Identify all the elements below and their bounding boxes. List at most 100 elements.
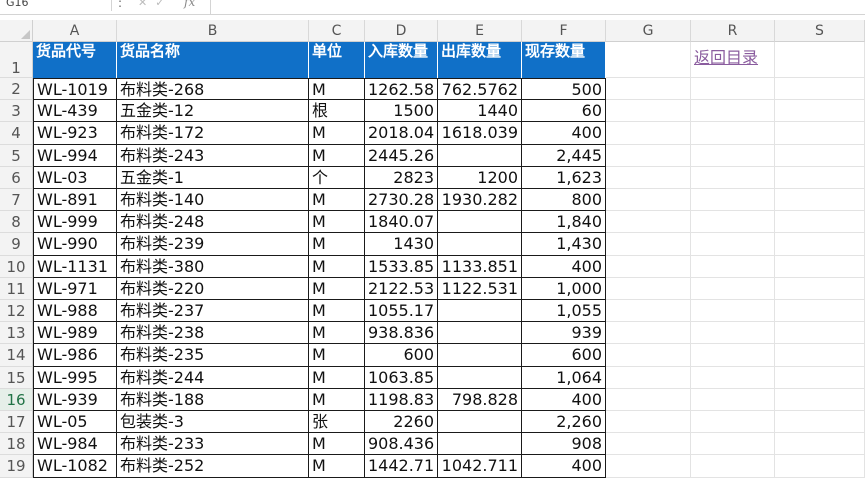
cell-e14[interactable] [438, 344, 522, 367]
cell-f15[interactable]: 1,064 [522, 366, 606, 389]
header-cell-d[interactable]: 入库数量 [365, 42, 438, 78]
cell-a11[interactable]: WL-971 [33, 277, 117, 300]
row-header-2[interactable]: 2 [0, 78, 33, 101]
name-box[interactable]: G16 [0, 0, 112, 11]
column-header-a[interactable]: A [33, 20, 117, 42]
empty-cell[interactable] [606, 144, 691, 167]
empty-cell[interactable] [606, 233, 691, 256]
row-header-11[interactable]: 11 [0, 277, 33, 300]
empty-cell[interactable] [691, 233, 775, 256]
cell-a4[interactable]: WL-923 [33, 122, 117, 145]
cell-d7[interactable]: 2730.28 [365, 189, 438, 212]
cell-e7[interactable]: 1930.282 [438, 189, 522, 212]
row-header-3[interactable]: 3 [0, 100, 33, 123]
cell-a13[interactable]: WL-989 [33, 322, 117, 345]
cell-c18[interactable]: M [309, 433, 365, 456]
cell-d6[interactable]: 2823 [365, 166, 438, 189]
row-header-1[interactable]: 1 [0, 42, 33, 78]
row-header-8[interactable]: 8 [0, 211, 33, 234]
cell-b5[interactable]: 布料类-243 [117, 144, 309, 167]
cell-d19[interactable]: 1442.71 [365, 455, 438, 478]
cell-b6[interactable]: 五金类-1 [117, 166, 309, 189]
cell-f16[interactable]: 400 [522, 388, 606, 411]
header-cell-c[interactable]: 单位 [309, 42, 365, 78]
header-cell-f[interactable]: 现存数量 [522, 42, 606, 78]
empty-cell[interactable] [691, 189, 775, 212]
empty-cell[interactable] [775, 455, 865, 478]
cell-c16[interactable]: M [309, 388, 365, 411]
cell-c13[interactable]: M [309, 322, 365, 345]
cell-d14[interactable]: 600 [365, 344, 438, 367]
empty-cell[interactable] [775, 433, 865, 456]
empty-cell[interactable] [606, 344, 691, 367]
cell-b17[interactable]: 包装类-3 [117, 411, 309, 434]
row-header-15[interactable]: 15 [0, 366, 33, 389]
header-cell-e[interactable]: 出库数量 [438, 42, 522, 78]
cell-a2[interactable]: WL-1019 [33, 78, 117, 101]
empty-cell[interactable] [691, 211, 775, 234]
cell-c3[interactable]: 根 [309, 100, 365, 123]
cell-f17[interactable]: 2,260 [522, 411, 606, 434]
row-header-4[interactable]: 4 [0, 122, 33, 145]
row-header-12[interactable]: 12 [0, 300, 33, 323]
row-header-16[interactable]: 16 [0, 388, 33, 411]
empty-cell[interactable] [775, 166, 865, 189]
cell-a18[interactable]: WL-984 [33, 433, 117, 456]
empty-cell[interactable] [606, 255, 691, 278]
empty-cell[interactable] [691, 366, 775, 389]
cell-c2[interactable]: M [309, 78, 365, 101]
cell-e19[interactable]: 1042.711 [438, 455, 522, 478]
empty-cell[interactable] [775, 344, 865, 367]
cell-e6[interactable]: 1200 [438, 166, 522, 189]
row-header-17[interactable]: 17 [0, 411, 33, 434]
column-header-c[interactable]: C [309, 20, 365, 42]
cell-e15[interactable] [438, 366, 522, 389]
cell-c6[interactable]: 个 [309, 166, 365, 189]
cell-b10[interactable]: 布料类-380 [117, 255, 309, 278]
cell-c11[interactable]: M [309, 277, 365, 300]
fx-icon[interactable]: fx [184, 0, 195, 9]
cell-f10[interactable]: 400 [522, 255, 606, 278]
select-all-corner[interactable] [0, 20, 33, 42]
cell-c17[interactable]: 张 [309, 411, 365, 434]
cell-f6[interactable]: 1,623 [522, 166, 606, 189]
cell-f7[interactable]: 800 [522, 189, 606, 212]
empty-cell[interactable] [606, 78, 691, 101]
empty-cell[interactable] [691, 455, 775, 478]
cell-a5[interactable]: WL-994 [33, 144, 117, 167]
cell-e5[interactable] [438, 144, 522, 167]
empty-cell[interactable] [691, 122, 775, 145]
row-header-9[interactable]: 9 [0, 233, 33, 256]
row-header-7[interactable]: 7 [0, 189, 33, 212]
cell-d12[interactable]: 1055.17 [365, 300, 438, 323]
cell-a7[interactable]: WL-891 [33, 189, 117, 212]
empty-cell[interactable] [606, 166, 691, 189]
empty-cell[interactable] [775, 255, 865, 278]
empty-cell[interactable] [606, 189, 691, 212]
empty-cell[interactable] [606, 100, 691, 123]
cell-c19[interactable]: M [309, 455, 365, 478]
cell-e12[interactable] [438, 300, 522, 323]
cell-b18[interactable]: 布料类-233 [117, 433, 309, 456]
cell-f12[interactable]: 1,055 [522, 300, 606, 323]
empty-cell[interactable] [606, 411, 691, 434]
empty-cell[interactable] [775, 277, 865, 300]
cell-b16[interactable]: 布料类-188 [117, 388, 309, 411]
cell-d11[interactable]: 2122.53 [365, 277, 438, 300]
cell-c12[interactable]: M [309, 300, 365, 323]
empty-cell[interactable] [691, 277, 775, 300]
cell-c7[interactable]: M [309, 189, 365, 212]
empty-cell[interactable] [606, 122, 691, 145]
cell-f9[interactable]: 1,430 [522, 233, 606, 256]
formula-input[interactable] [210, 0, 865, 14]
cell-a17[interactable]: WL-05 [33, 411, 117, 434]
header-cell-b[interactable]: 货品名称 [117, 42, 309, 78]
row-header-6[interactable]: 6 [0, 166, 33, 189]
cell-e17[interactable] [438, 411, 522, 434]
empty-cell[interactable] [606, 300, 691, 323]
empty-cell[interactable] [775, 411, 865, 434]
cell-e11[interactable]: 1122.531 [438, 277, 522, 300]
cell-d4[interactable]: 2018.04 [365, 122, 438, 145]
cell-b3[interactable]: 五金类-12 [117, 100, 309, 123]
cell-e9[interactable] [438, 233, 522, 256]
